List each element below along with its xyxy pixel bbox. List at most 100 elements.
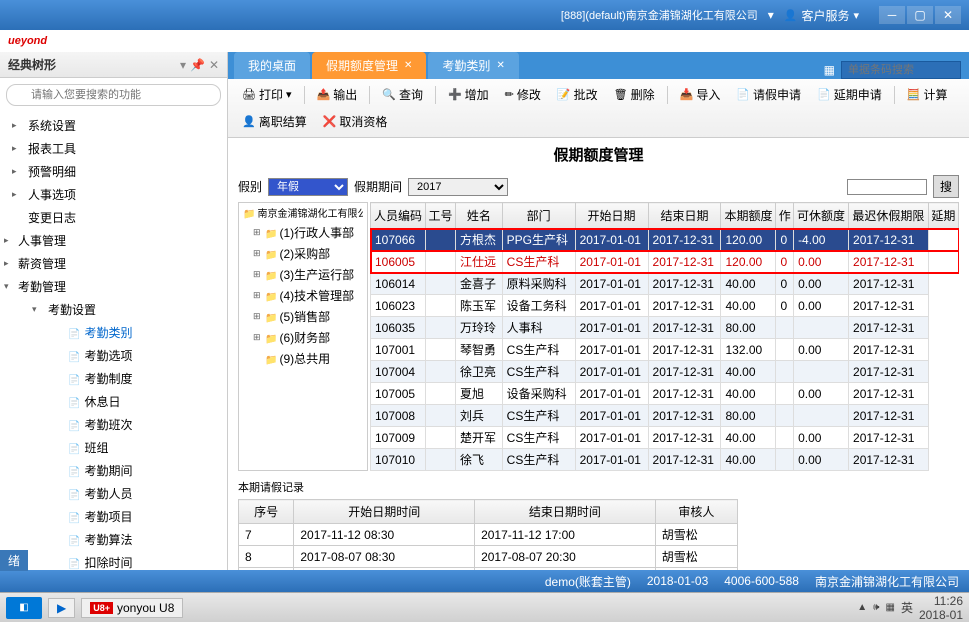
col-header[interactable]: 工号 [425,203,455,229]
dept-root[interactable]: 南京金浦锦湖化工有限公司 [239,203,367,222]
dept-item[interactable]: ⊞(1)行政人事部 [239,222,367,243]
close-button[interactable]: ✕ [935,6,961,24]
col-header[interactable]: 本期额度 [721,203,776,229]
start-button[interactable]: ◧ [6,597,42,619]
col-header[interactable]: 结束日期 [648,203,721,229]
query-button[interactable]: 🔍 查询 [376,83,429,106]
minimize-button[interactable]: ─ [879,6,905,24]
export-button[interactable]: 📤 输出 [311,83,364,106]
table-row[interactable]: 107005夏旭设备采购科2017-01-012017-12-3140.000.… [371,383,959,405]
tree-leaf[interactable]: 扣除时间 [0,551,227,570]
col-header[interactable]: 开始日期 [575,203,648,229]
task-item[interactable]: ▶ [48,598,75,618]
leave-apply-button[interactable]: 📄 请假申请 [730,83,807,106]
tree-leaf[interactable]: 班组 [0,436,227,459]
extend-apply-button[interactable]: 📄 延期申请 [811,83,888,106]
close-icon[interactable]: ✕ [496,60,504,71]
type-select[interactable]: 年假 [268,178,348,196]
sidebar: 经典树形 ▾ 📌 ✕ ▸系统设置 ▸报表工具 ▸预警明细 ▸人事选项 变更日志 … [0,52,228,570]
calc-button[interactable]: 🧮 计算 [901,83,954,106]
table-row[interactable]: 107010徐飞CS生产科2017-01-012017-12-3140.000.… [371,449,959,471]
titlebar: [888](default)南京金浦锦湖化工有限公司 ▾ 👤 客户服务 ▾ ─ … [0,0,969,30]
table-row[interactable]: 107009楚开军CS生产科2017-01-012017-12-3140.000… [371,427,959,449]
delete-button[interactable]: 🗑 删除 [608,83,661,106]
tree-item[interactable]: ▸报表工具 [0,137,227,160]
col-header[interactable]: 姓名 [456,203,503,229]
tree-leaf[interactable]: 考勤算法 [0,528,227,551]
table-row[interactable]: 106023陈玉军设备工务科2017-01-012017-12-3140.000… [371,295,959,317]
sidebar-close-icon[interactable]: ✕ [209,58,219,72]
clock-time: 11:26 [919,594,963,608]
table-row[interactable]: 106014金喜子原料采购科2017-01-012017-12-3140.000… [371,273,959,295]
taskbar: ◧ ▶ U8+ yonyou U8 ▲ 🕪 ▦ 英 11:26 2018-01 [0,592,969,622]
col-header[interactable]: 最迟休假期限 [849,203,929,229]
tree-leaf[interactable]: 考勤人员 [0,482,227,505]
tree-item[interactable]: ▸预警明细 [0,160,227,183]
table-row[interactable]: 107008刘兵CS生产科2017-01-012017-12-3180.0020… [371,405,959,427]
add-button[interactable]: ➕ 增加 [442,83,495,106]
table-row[interactable]: 106035万玲玲人事科2017-01-012017-12-3180.00201… [371,317,959,339]
tree-leaf[interactable]: 考勤选项 [0,344,227,367]
tree-item[interactable]: 变更日志 [0,206,227,229]
search-button[interactable]: 搜 [933,175,959,198]
maximize-button[interactable]: ▢ [907,6,933,24]
resign-button[interactable]: 👤 离职结算 [236,110,313,133]
dept-item[interactable]: (9)总共用 [239,348,367,369]
table-row[interactable]: 107066方根杰PPG生产科2017-01-012017-12-31120.0… [371,229,959,251]
col-header[interactable]: 开始日期时间 [294,500,475,524]
col-header[interactable]: 可休额度 [794,203,849,229]
filter-input[interactable] [847,179,927,195]
tree-item[interactable]: ▸系统设置 [0,114,227,137]
table-row[interactable]: 107001琴智勇CS生产科2017-01-012017-12-31132.00… [371,339,959,361]
col-header[interactable]: 人员编码 [371,203,426,229]
sidebar-dropdown-icon[interactable]: ▾ [180,58,186,72]
tree-leaf[interactable]: 考勤期间 [0,459,227,482]
dept-item[interactable]: ⊞(2)采购部 [239,243,367,264]
table-row[interactable]: 82017-08-07 08:302017-08-07 20:30胡雪松 [239,546,738,568]
dept-item[interactable]: ⊞(6)财务部 [239,327,367,348]
tab-desktop[interactable]: 我的桌面 [234,52,310,79]
batch-button[interactable]: 📝 批改 [551,83,604,106]
customer-service[interactable]: 👤 客户服务 ▾ [784,7,859,24]
print-button[interactable]: 🖨 打印 ▾ [236,83,298,106]
close-icon[interactable]: ✕ [404,60,412,71]
col-header[interactable]: 延期 [928,203,958,229]
edit-button[interactable]: ✏ 修改 [499,83,547,106]
table-row[interactable]: 92017-03-31 08:302017-03-31 17:00胡雪松 [239,568,738,571]
dept-item[interactable]: ⊞(4)技术管理部 [239,285,367,306]
period-select[interactable]: 2017 [408,178,508,196]
task-item[interactable]: U8+ yonyou U8 [81,598,183,618]
tree-group[interactable]: ▸人事管理 [0,229,227,252]
dept-item[interactable]: ⊞(3)生产运行部 [239,264,367,285]
table-row[interactable]: 107004徐卫亮CS生产科2017-01-012017-12-3140.002… [371,361,959,383]
tab-vacation[interactable]: 假期额度管理✕ [312,52,426,79]
ime-indicator[interactable]: 英 [901,599,913,616]
col-header[interactable]: 作 [776,203,794,229]
tree-attendance-settings[interactable]: ▾考勤设置 [0,298,227,321]
sub-table: 序号开始日期时间结束日期时间审核人 72017-11-12 08:302017-… [238,499,738,570]
table-row[interactable]: 106005江仕远CS生产科2017-01-012017-12-31120.00… [371,251,959,273]
search-input[interactable] [6,84,221,106]
tree-leaf[interactable]: 休息日 [0,390,227,413]
table-row[interactable]: 72017-11-12 08:302017-11-12 17:00胡雪松 [239,524,738,546]
tree-item[interactable]: ▸人事选项 [0,183,227,206]
tree-leaf[interactable]: 考勤项目 [0,505,227,528]
col-header[interactable]: 结束日期时间 [475,500,656,524]
col-header[interactable]: 序号 [239,500,294,524]
import-button[interactable]: 📥 导入 [674,83,727,106]
col-header[interactable]: 审核人 [655,500,737,524]
tray-icon[interactable]: ▦ [885,602,894,613]
tray-icon[interactable]: ▲ [857,602,867,613]
cancel-qual-button[interactable]: ❌ 取消资格 [317,110,394,133]
barcode-search[interactable] [841,61,961,79]
tray-icon[interactable]: 🕪 [873,602,879,613]
tree-leaf[interactable]: 考勤班次 [0,413,227,436]
tree-attendance[interactable]: ▾考勤管理 [0,275,227,298]
tree-group[interactable]: ▸薪资管理 [0,252,227,275]
sidebar-pin-icon[interactable]: 📌 [190,58,205,72]
dept-item[interactable]: ⊞(5)销售部 [239,306,367,327]
tab-attendance-type[interactable]: 考勤类别✕ [428,52,518,79]
tree-leaf[interactable]: 考勤制度 [0,367,227,390]
col-header[interactable]: 部门 [502,203,575,229]
tree-leaf[interactable]: 考勤类别 [0,321,227,344]
